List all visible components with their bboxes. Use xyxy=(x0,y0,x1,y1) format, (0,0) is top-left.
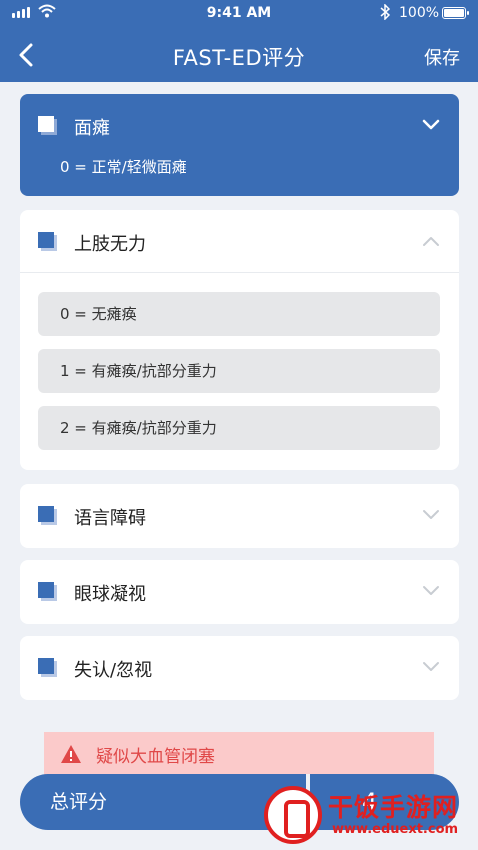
section-eye-gaze[interactable]: 眼球凝视 xyxy=(20,560,459,624)
chevron-down-icon[interactable] xyxy=(421,508,441,522)
section-title: 眼球凝视 xyxy=(74,584,146,605)
alert-text: 疑似大血管闭塞 xyxy=(96,747,215,767)
chevron-down-icon[interactable] xyxy=(421,118,441,132)
lvo-alert-banner: 疑似大血管闭塞 xyxy=(44,732,434,776)
section-title: 语言障碍 xyxy=(74,508,146,529)
chevron-down-icon[interactable] xyxy=(421,660,441,674)
status-bar: 9:41 AM 100% xyxy=(0,0,478,28)
battery-icon xyxy=(442,7,469,19)
warning-icon xyxy=(61,745,81,763)
divider xyxy=(20,272,459,273)
bluetooth-icon xyxy=(380,4,390,20)
watermark-name: 干饭手游网 xyxy=(328,793,459,822)
option-item[interactable]: 2 = 有瘫痪/抗部分重力 xyxy=(38,406,440,450)
section-title: 失认/忽视 xyxy=(74,660,153,681)
option-item[interactable]: 1 = 有瘫痪/抗部分重力 xyxy=(38,349,440,393)
battery-percent: 100% xyxy=(399,5,440,21)
section-square-icon xyxy=(38,582,57,601)
save-button[interactable]: 保存 xyxy=(424,44,460,70)
section-square-icon xyxy=(38,506,57,525)
section-facial-palsy[interactable]: 面瘫 0 = 正常/轻微面瘫 xyxy=(20,94,459,196)
page-title: FAST-ED评分 xyxy=(172,46,306,70)
section-square-icon xyxy=(38,116,57,135)
section-title: 面瘫 xyxy=(74,118,110,139)
section-title: 上肢无力 xyxy=(74,234,146,255)
watermark-logo: 干饭手游网 www.eduext.com xyxy=(260,780,470,846)
section-selected-value: 0 = 正常/轻微面瘫 xyxy=(60,158,187,176)
watermark-emblem-icon xyxy=(264,786,322,844)
chevron-up-icon[interactable] xyxy=(421,234,441,248)
section-neglect[interactable]: 失认/忽视 xyxy=(20,636,459,700)
option-item[interactable]: 0 = 无瘫痪 xyxy=(38,292,440,336)
chevron-down-icon[interactable] xyxy=(421,584,441,598)
section-language[interactable]: 语言障碍 xyxy=(20,484,459,548)
section-arm-weakness[interactable]: 上肢无力 0 = 无瘫痪 1 = 有瘫痪/抗部分重力 2 = 有瘫痪/抗部分重力 xyxy=(20,210,459,470)
section-square-icon xyxy=(38,232,57,251)
nav-bar: FAST-ED评分 保存 xyxy=(0,28,478,82)
section-square-icon xyxy=(38,658,57,677)
watermark-url: www.eduext.com xyxy=(332,822,459,837)
